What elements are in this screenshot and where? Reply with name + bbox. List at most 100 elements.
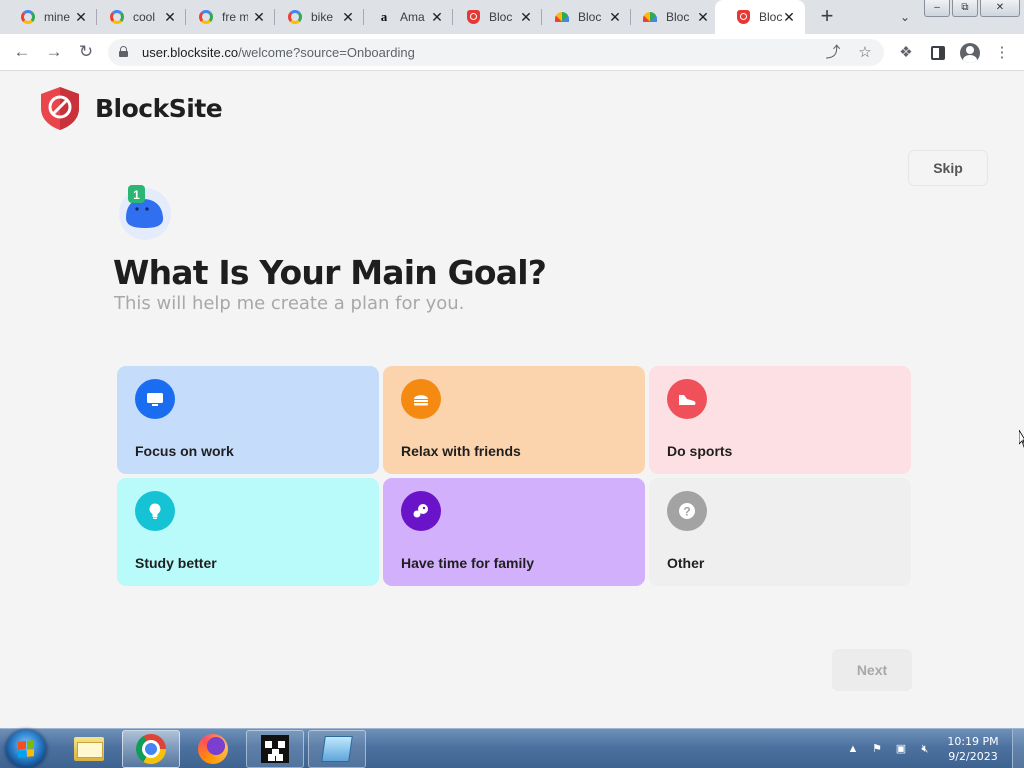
family-icon — [401, 491, 441, 531]
profile-icon[interactable] — [960, 43, 980, 63]
step-badge-number: 1 — [133, 188, 140, 202]
minimize-button[interactable]: – — [924, 0, 950, 17]
tab-title: Ama — [400, 10, 425, 24]
back-arrow-icon[interactable]: ← — [12, 42, 32, 62]
tab-google-2[interactable]: cool ✕ — [89, 0, 186, 34]
tab-title: Bloc — [489, 10, 513, 24]
windows-logo-icon — [18, 740, 34, 758]
blocksite-onboarding-page: BlockSite Skip 1 What Is Your Main Goal?… — [0, 71, 1024, 728]
mouse-cursor-icon — [1019, 430, 1024, 448]
bookmark-star-icon[interactable]: ☆ — [856, 44, 874, 62]
blocksite-logo-icon — [41, 87, 79, 130]
tab-amazon[interactable]: a Ama ✕ — [356, 0, 453, 34]
brand: BlockSite — [38, 85, 223, 131]
tab-close-icon[interactable]: ✕ — [162, 9, 178, 25]
tab-close-icon[interactable]: ✕ — [73, 9, 89, 25]
system-tray: ▲ ⚑ ▣ 🔇︎ — [844, 729, 934, 768]
url-path: /welcome?source=Onboarding — [238, 45, 415, 60]
google-icon — [20, 9, 36, 25]
show-desktop-button[interactable] — [1012, 729, 1024, 768]
tab-google-1[interactable]: mine ✕ — [0, 0, 97, 34]
blocksite-shield-icon — [735, 9, 751, 25]
tab-title: Bloc — [666, 10, 690, 24]
tab-blocksite-1[interactable]: Bloc ✕ — [445, 0, 542, 34]
address-bar[interactable]: user.blocksite.co/welcome?source=Onboard… — [108, 39, 884, 66]
tab-blocksite-3[interactable]: Bloc ✕ — [622, 0, 719, 34]
close-window-button[interactable]: ✕ — [980, 0, 1020, 17]
url-host: user.blocksite.co — [142, 45, 239, 60]
goal-label: Do sports — [667, 443, 733, 459]
tab-close-icon[interactable]: ✕ — [340, 9, 356, 25]
tab-close-icon[interactable]: ✕ — [781, 9, 797, 25]
forward-arrow-icon[interactable]: → — [44, 42, 64, 62]
goal-card-do-sports[interactable]: Do sports — [649, 366, 911, 474]
goal-card-focus-on-work[interactable]: Focus on work — [117, 366, 379, 474]
sneaker-icon — [667, 379, 707, 419]
tab-title: mine — [44, 10, 70, 24]
google-icon — [198, 9, 214, 25]
goal-label: Have time for family — [401, 555, 535, 571]
notes-icon — [321, 736, 353, 762]
question-icon: ? — [667, 491, 707, 531]
file-explorer-icon — [74, 737, 104, 761]
kebab-menu-icon[interactable]: ⋮ — [992, 43, 1012, 63]
tab-title: Bloc — [578, 10, 602, 24]
goal-label: Relax with friends — [401, 443, 521, 459]
goal-card-have-time-for-family[interactable]: Have time for family — [383, 478, 645, 586]
clock-time: 10:19 PM — [947, 735, 999, 748]
show-hidden-icons-arrow-icon[interactable]: ▲ — [844, 740, 862, 758]
taskbar-notes[interactable] — [308, 730, 366, 768]
tab-close-icon[interactable]: ✕ — [695, 9, 711, 25]
google-icon — [287, 9, 303, 25]
tab-blocksite-2[interactable]: Bloc ✕ — [534, 0, 631, 34]
maximize-button[interactable]: ⧉ — [952, 0, 978, 17]
brand-name: BlockSite — [95, 93, 223, 123]
tab-close-icon[interactable]: ✕ — [607, 9, 623, 25]
skip-button[interactable]: Skip — [908, 150, 988, 186]
rainbow-icon — [554, 9, 570, 25]
tab-title: bike — [311, 10, 334, 24]
monitor-icon — [135, 379, 175, 419]
url-text: user.blocksite.co/welcome?source=Onboard… — [142, 45, 415, 60]
google-icon — [109, 9, 125, 25]
browser-toolbar: ← → ↻ user.blocksite.co/welcome?source=O… — [0, 34, 1024, 71]
goal-card-relax-with-friends[interactable]: Relax with friends — [383, 366, 645, 474]
new-tab-button[interactable]: + — [816, 5, 838, 27]
action-center-flag-icon[interactable]: ⚑ — [868, 740, 886, 758]
taskbar-firefox[interactable] — [184, 730, 242, 768]
tab-google-3[interactable]: fre m ✕ — [178, 0, 275, 34]
start-button[interactable] — [6, 730, 46, 768]
extensions-puzzle-icon[interactable]: ❖ — [896, 43, 916, 63]
tab-blocksite-active[interactable]: Bloc ✕ — [715, 0, 805, 34]
tab-search-chevron-icon[interactable]: ⌄ — [896, 8, 914, 26]
goal-options-grid: Focus on work Relax with friends Do spor… — [117, 366, 911, 586]
tab-google-4[interactable]: bike ✕ — [267, 0, 364, 34]
page-title: What Is Your Main Goal? — [113, 253, 547, 292]
network-icon[interactable]: ▣ — [892, 740, 910, 758]
taskbar-clock[interactable]: 10:19 PM 9/2/2023 — [940, 734, 1006, 764]
tab-close-icon[interactable]: ✕ — [518, 9, 534, 25]
window-controls: – ⧉ ✕ — [924, 0, 1020, 18]
chrome-icon — [136, 734, 166, 764]
minecraft-icon — [261, 735, 289, 763]
goal-label: Study better — [135, 555, 217, 571]
goal-label: Other — [667, 555, 705, 571]
tab-close-icon[interactable]: ✕ — [429, 9, 445, 25]
tab-title: cool — [133, 10, 156, 24]
lock-icon[interactable] — [119, 46, 128, 57]
reload-icon[interactable]: ↻ — [76, 42, 96, 62]
next-button[interactable]: Next — [832, 649, 912, 691]
svg-text:?: ? — [683, 505, 690, 519]
side-panel-icon[interactable] — [928, 43, 948, 63]
windows-taskbar: ▲ ⚑ ▣ 🔇︎ 10:19 PM 9/2/2023 — [0, 728, 1024, 768]
taskbar-minecraft[interactable] — [246, 730, 304, 768]
tab-close-icon[interactable]: ✕ — [251, 9, 267, 25]
taskbar-file-explorer[interactable] — [60, 730, 118, 768]
taskbar-chrome[interactable] — [122, 730, 180, 768]
share-icon[interactable]: ⤴ — [824, 44, 842, 62]
goal-card-study-better[interactable]: Study better — [117, 478, 379, 586]
clock-date: 9/2/2023 — [948, 750, 998, 763]
goal-card-other[interactable]: ? Other — [649, 478, 911, 586]
volume-muted-icon[interactable]: 🔇︎ — [916, 740, 934, 758]
rainbow-icon — [642, 9, 658, 25]
